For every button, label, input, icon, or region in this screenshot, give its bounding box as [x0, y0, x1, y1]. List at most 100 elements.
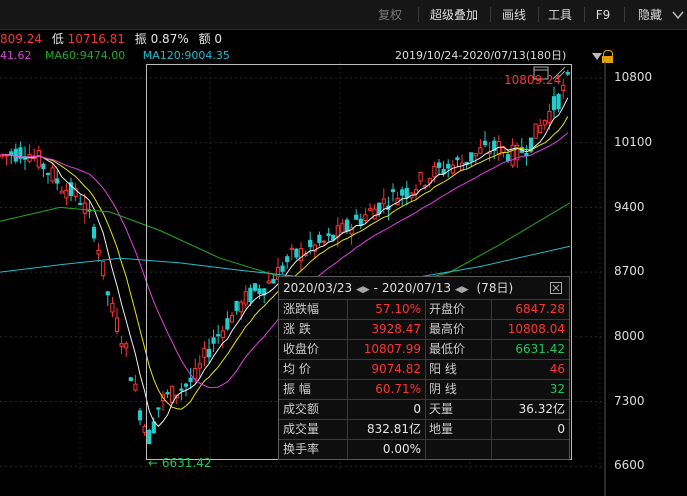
stats-row: 成交量 832.81亿 地量 0 — [279, 419, 569, 438]
candle-body — [55, 178, 60, 184]
stats-label: 收盘价 — [279, 339, 347, 358]
toolbar-divider — [584, 7, 585, 22]
candle-body — [128, 377, 133, 381]
stats-label: 最低价 — [425, 339, 491, 358]
candle-body — [137, 410, 143, 421]
stats-label: 阴 线 — [425, 379, 491, 398]
stats-value: 46 — [491, 359, 569, 378]
stats-value: 6847.28 — [491, 299, 569, 318]
stats-value: 60.71% — [347, 379, 425, 398]
stats-row: 均 价 9074.82 阳 线 46 — [279, 359, 569, 378]
candle-body — [133, 383, 138, 391]
y-axis-tick: 8700 — [614, 264, 645, 278]
amount-value: 0 — [214, 32, 223, 46]
stats-label: 天量 — [425, 399, 491, 418]
f9-button[interactable]: F9 — [590, 6, 616, 24]
candle-body — [45, 172, 51, 175]
close-icon[interactable] — [550, 282, 562, 294]
amplitude-label: 振 — [134, 32, 147, 46]
candle-body — [64, 190, 69, 199]
tools-button[interactable]: 工具 — [542, 6, 578, 24]
candle-body — [13, 148, 18, 162]
chart-toolbar: 复权 超级叠加 画线 工具 F9 隐藏 — [0, 0, 687, 30]
y-axis-tick: 6600 — [614, 458, 645, 472]
candle-body — [50, 167, 55, 182]
candle-body — [82, 202, 87, 214]
stats-value: 0 — [347, 399, 425, 418]
candle-body — [110, 303, 115, 313]
stats-row: 涨 跌 3928.47 最高价 10808.04 — [279, 319, 569, 338]
quote-stats-bar: 809.24 低 10716.81 振 0.87% 额 0 — [0, 29, 222, 49]
candle-body — [96, 249, 101, 255]
collapse-triangle-icon[interactable] — [592, 53, 602, 60]
end-date-arrows-icon[interactable]: ◀▶ — [455, 285, 469, 295]
y-axis-tick: 10800 — [614, 70, 653, 84]
y-axis-tick: 8000 — [614, 329, 645, 343]
stats-value: 57.10% — [347, 299, 425, 318]
stats-label: 均 价 — [279, 359, 347, 378]
ma-partial-value: 41.62 — [0, 49, 32, 62]
toolbar-divider — [624, 7, 625, 22]
panel-divider — [347, 299, 348, 460]
panel-divider — [425, 299, 426, 460]
stats-value — [491, 439, 569, 458]
candle-body — [36, 149, 41, 168]
super-overlay-button[interactable]: 超级叠加 — [424, 6, 484, 24]
toolbar-divider — [418, 7, 419, 22]
day-count: (78日) — [476, 281, 514, 295]
candle-body — [114, 317, 120, 332]
stats-label: 换手率 — [279, 439, 347, 458]
restore-rights-button[interactable]: 复权 — [368, 6, 412, 24]
stats-value: 0.00% — [347, 439, 425, 458]
candle-body — [41, 163, 46, 170]
candle-body — [119, 343, 124, 347]
high-value: 809.24 — [0, 32, 42, 46]
amount-label: 额 — [198, 32, 211, 46]
stats-label: 阳 线 — [425, 359, 491, 378]
candle-body — [124, 343, 129, 349]
stats-label: 振 幅 — [279, 379, 347, 398]
stats-value: 832.81亿 — [347, 419, 425, 438]
stats-row: 振 幅 60.71% 阴 线 32 — [279, 379, 569, 398]
chevron-down-icon[interactable] — [672, 10, 684, 20]
stats-label: 最高价 — [425, 319, 491, 338]
stats-label: 开盘价 — [425, 299, 491, 318]
y-axis-tick: 7300 — [614, 394, 645, 408]
hide-button[interactable]: 隐藏 — [630, 6, 670, 24]
start-date-arrows-icon[interactable]: ◀▶ — [356, 285, 370, 295]
y-axis-tick: 9400 — [614, 200, 645, 214]
stats-label: 成交量 — [279, 419, 347, 438]
min-price-label: ← 6631.42 — [148, 456, 212, 470]
stats-label: 成交额 — [279, 399, 347, 418]
low-value: 10716.81 — [67, 32, 125, 46]
stats-value: 10808.04 — [491, 319, 569, 338]
stats-value: 32 — [491, 379, 569, 398]
stats-value: 6631.42 — [491, 339, 569, 358]
interval-stats-header: 2020/03/23 ◀▶ - 2020/07/13 ◀▶ (78日) — [279, 277, 569, 299]
end-date[interactable]: 2020/07/13 — [382, 281, 451, 295]
panel-divider — [491, 299, 492, 460]
stats-label: 地量 — [425, 419, 491, 438]
candle-body — [101, 261, 106, 277]
max-price-label: 10809.24 — [504, 73, 562, 87]
stats-label: 涨 跌 — [279, 319, 347, 338]
stats-row: 收盘价 10807.99 最低价 6631.42 — [279, 339, 569, 358]
start-date[interactable]: 2020/03/23 — [283, 281, 352, 295]
min-price-value: 6631.42 — [161, 456, 212, 470]
candle-body — [91, 226, 97, 239]
stats-row: 换手率 0.00% — [279, 439, 569, 458]
y-axis-tick: 10100 — [614, 135, 653, 149]
draw-line-button[interactable]: 画线 — [496, 6, 532, 24]
stats-label — [425, 439, 491, 458]
stats-value: 10807.99 — [347, 339, 425, 358]
interval-stats-panel: 2020/03/23 ◀▶ - 2020/07/13 ◀▶ (78日) 涨跌幅 5… — [278, 276, 570, 460]
stats-row: 涨跌幅 57.10% 开盘价 6847.28 — [279, 299, 569, 318]
amplitude-value: 0.87% — [150, 32, 189, 46]
candle-body — [105, 291, 110, 296]
stats-row: 成交额 0 天量 36.32亿 — [279, 399, 569, 418]
low-label: 低 — [51, 32, 64, 46]
ma60-value: MA60:9474.00 — [45, 49, 126, 62]
stats-label: 涨跌幅 — [279, 299, 347, 318]
ma120-value: MA120:9004.35 — [142, 49, 230, 62]
candle-body — [78, 202, 83, 205]
